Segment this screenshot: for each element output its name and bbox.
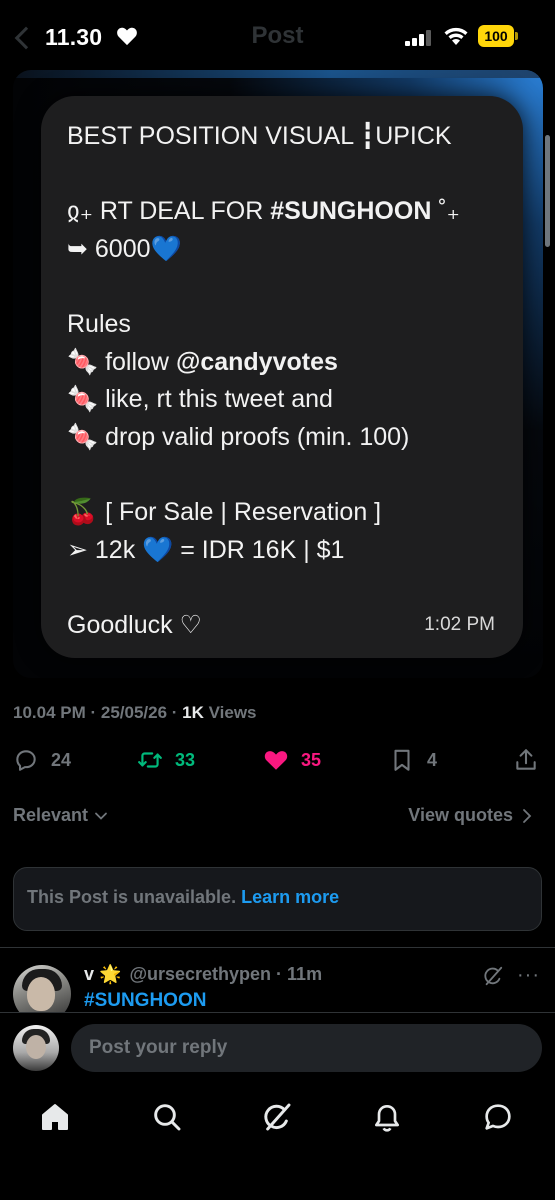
reply-hashtag[interactable]: #SUNGHOON [84,990,206,1012]
battery-icon: 100 [478,25,518,47]
my-avatar[interactable] [13,1025,59,1071]
bookmark-count: 4 [427,749,438,770]
message-line: ➢ 12k 💙 = IDR 16K | $1 [67,535,345,564]
message-line: ➥ 6000💙 [67,234,182,263]
post-timestamp: 10.04 PM · 25/05/26 · [13,703,183,722]
grok-icon [264,1103,291,1131]
sort-label: Relevant [13,805,89,825]
unavailable-notice: This Post is unavailable. Learn more [13,867,542,931]
header-title: Post [251,22,304,49]
share-button[interactable] [513,740,539,780]
bottom-nav [0,1082,555,1200]
views-count[interactable]: 1K [182,703,204,722]
heart-filled-icon [264,751,288,770]
chevron-right-icon [523,808,532,823]
reply-count: 24 [51,749,72,770]
message-line: 🍬 drop valid proofs (min. 100) [67,422,410,451]
deal-suffix: ˚₊ [431,197,460,226]
nav-notifications[interactable] [370,1100,404,1134]
like-count: 35 [301,749,322,770]
reply-author-name[interactable]: v 🌟 [84,964,121,985]
reply-icon [16,750,36,771]
nav-search[interactable] [150,1100,184,1134]
scrollbar[interactable] [545,135,550,247]
nav-home[interactable] [38,1100,72,1134]
reply-header: v 🌟 @ursecrethypen · 11m [84,964,322,985]
wifi-icon [444,27,468,45]
message-time: 1:02 PM [424,614,495,635]
reply-button[interactable]: 24 [13,740,71,780]
message-line: Rules [67,309,131,338]
follow-line: 🍬 follow @candyvotes [67,344,507,382]
learn-more-link[interactable]: Learn more [241,887,339,907]
grok-icon[interactable] [482,965,504,987]
deal-prefix: ჲ₊ RT DEAL FOR [67,197,271,226]
cellular-signal-icon [405,30,431,46]
deal-hashtag: #SUNGHOON [270,197,432,226]
reply-input[interactable] [71,1024,542,1072]
status-bar: 11.30 Post 100 [0,0,555,72]
message-text: BEST POSITION VISUAL ┇UPICK ჲ₊ RT DEAL F… [67,118,507,644]
message-line: BEST POSITION VISUAL ┇UPICK [67,122,452,150]
view-quotes-label: View quotes [408,805,513,825]
message-line: 🍬 like, rt this tweet and [67,385,333,414]
like-button[interactable]: 35 [263,740,321,780]
message-bubble: BEST POSITION VISUAL ┇UPICK ჲ₊ RT DEAL F… [41,96,523,658]
message-line [67,268,507,306]
message-line [67,156,507,194]
more-options-icon[interactable]: ··· [517,964,540,987]
battery-level: 100 [478,25,514,47]
bookmark-icon [394,749,410,771]
repost-count: 33 [175,749,196,770]
message-line [67,569,507,607]
post-image[interactable]: BEST POSITION VISUAL ┇UPICK ჲ₊ RT DEAL F… [13,70,543,678]
nav-grok[interactable] [260,1100,294,1134]
bookmark-button[interactable]: 4 [389,740,437,780]
unavailable-message: This Post is unavailable. [27,887,242,907]
view-quotes-link[interactable]: View quotes [408,805,533,826]
nav-messages[interactable] [481,1100,515,1134]
search-icon [154,1104,181,1131]
deal-line: ჲ₊ RT DEAL FOR #SUNGHOON ˚₊ [67,193,507,231]
home-icon [42,1104,68,1130]
unavailable-text: This Post is unavailable. Learn more [27,887,339,908]
views-label: Views [203,703,257,722]
repost-button[interactable]: 33 [137,740,195,780]
reply-composer [0,1012,555,1082]
follow-prefix: 🍬 follow [67,347,176,376]
follow-handle: @candyvotes [175,347,338,376]
action-bar: 24 33 35 4 [13,740,543,780]
sort-relevant-dropdown[interactable]: Relevant [13,805,108,826]
chevron-down-icon [95,812,107,820]
messages-icon [485,1104,511,1130]
bell-icon [375,1105,399,1132]
post-meta: 10.04 PM · 25/05/26 · 1K Views [13,703,257,723]
divider [0,947,555,948]
repost-icon [138,752,162,768]
message-line [67,456,507,494]
share-icon [516,749,536,770]
reply-handle[interactable]: @ursecrethypen · 11m [129,964,322,985]
message-line: 🍒 [ For Sale | Reservation ] [67,497,382,526]
